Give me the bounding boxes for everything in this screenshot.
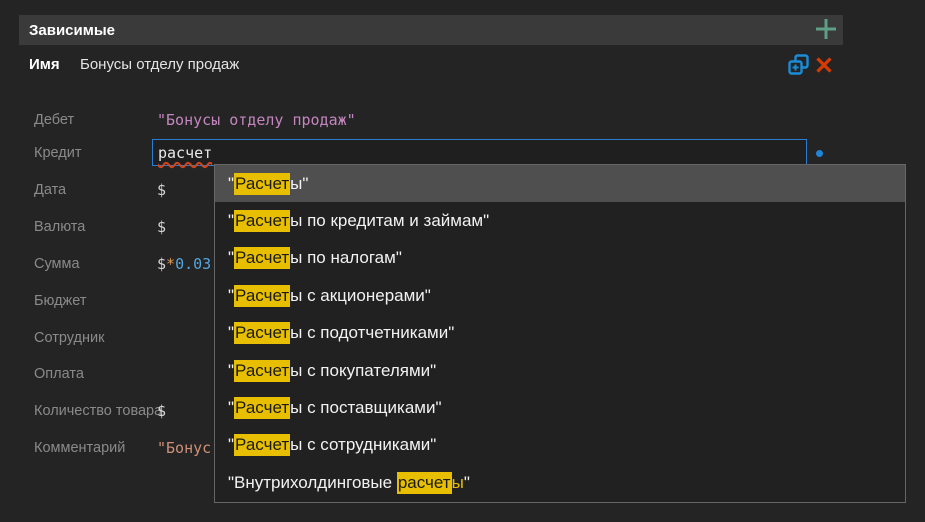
field-value[interactable]: "Бонус <box>157 437 211 459</box>
field-value-segment: * <box>166 255 175 273</box>
field-value[interactable]: $ <box>157 216 166 238</box>
field-label: Сотрудник <box>34 327 104 349</box>
item-text: "Внутрихолдинговые <box>228 473 397 493</box>
autocomplete-item[interactable]: "Расчеты с покупателями" <box>215 352 905 389</box>
field-label: Комментарий <box>34 437 125 459</box>
autocomplete-item[interactable]: "Расчеты по кредитам и займам" <box>215 202 905 239</box>
credit-input[interactable]: расчет <box>152 139 807 166</box>
field-value-segment: $ <box>157 402 166 420</box>
match-highlight: Расчет <box>234 434 290 456</box>
autocomplete-dropdown: "Расчеты""Расчеты по кредитам и займам""… <box>214 164 906 503</box>
item-text: ы" <box>290 174 308 194</box>
item-text: ы по кредитам и займам" <box>290 211 489 231</box>
field-value[interactable]: $*0.03 <box>157 253 211 275</box>
autocomplete-item[interactable]: "Расчеты с поставщиками" <box>215 389 905 426</box>
field-value-segment: "Бонусы отделу продаж" <box>157 111 356 129</box>
item-text: ы <box>452 473 464 493</box>
field-label: Кредит <box>34 142 81 164</box>
modified-dot-indicator <box>816 150 823 157</box>
field-label: Бюджет <box>34 290 86 312</box>
field-row: Дебет "Бонусы отделу продаж" <box>0 109 925 131</box>
panel-header: Зависимые <box>19 15 843 45</box>
match-highlight: Расчет <box>234 397 290 419</box>
field-label: Количество товара <box>34 400 162 422</box>
copy-plus-icon <box>787 64 810 79</box>
match-highlight: Расчет <box>234 210 290 232</box>
autocomplete-item[interactable]: "Расчеты с сотрудниками" <box>215 427 905 464</box>
field-value[interactable]: $ <box>157 400 166 422</box>
field-label: Валюта <box>34 216 85 238</box>
autocomplete-item[interactable]: "Расчеты по налогам" <box>215 240 905 277</box>
item-text: ы с сотрудниками" <box>290 435 436 455</box>
match-highlight: Расчет <box>234 173 290 195</box>
match-highlight: Расчет <box>234 322 290 344</box>
match-highlight: Расчет <box>234 285 290 307</box>
field-value-segment: 0.03 <box>175 255 211 273</box>
item-text: ы с покупателями" <box>290 361 436 381</box>
field-value-segment: $ <box>157 255 166 273</box>
duplicate-button[interactable] <box>785 53 811 79</box>
field-label: Дата <box>34 179 66 201</box>
autocomplete-item[interactable]: "Расчеты с подотчетниками" <box>215 315 905 352</box>
field-label: Сумма <box>34 253 80 275</box>
match-highlight: Расчет <box>234 247 290 269</box>
field-value[interactable]: "Бонусы отделу продаж" <box>157 109 356 131</box>
item-text: " <box>464 473 470 493</box>
field-value-segment: $ <box>157 218 166 236</box>
autocomplete-item[interactable]: "Расчеты с акционерами" <box>215 277 905 314</box>
panel-title: Зависимые <box>19 22 115 39</box>
autocomplete-item[interactable]: "Расчеты" <box>215 165 905 202</box>
field-label: Дебет <box>34 109 74 131</box>
field-label: Оплата <box>34 363 84 385</box>
match-highlight: Расчет <box>234 360 290 382</box>
item-text: ы по налогам" <box>290 248 402 268</box>
name-field-value[interactable]: Бонусы отделу продаж <box>80 56 239 73</box>
close-x-icon <box>815 62 833 77</box>
item-text: ы с акционерами" <box>290 286 431 306</box>
autocomplete-item[interactable]: "Внутрихолдинговые расчеты" <box>215 464 905 501</box>
field-value[interactable]: $ <box>157 179 166 201</box>
item-text: ы с поставщиками" <box>290 398 441 418</box>
field-value-segment: $ <box>157 181 166 199</box>
field-value-segment: "Бонус <box>157 439 211 457</box>
credit-input-text: расчет <box>158 144 212 162</box>
plus-icon <box>814 17 838 44</box>
add-button[interactable] <box>813 17 839 43</box>
name-field-label: Имя <box>29 56 60 73</box>
match-highlight: расчет <box>397 472 452 494</box>
delete-button[interactable] <box>813 55 835 77</box>
item-text: ы с подотчетниками" <box>290 323 454 343</box>
